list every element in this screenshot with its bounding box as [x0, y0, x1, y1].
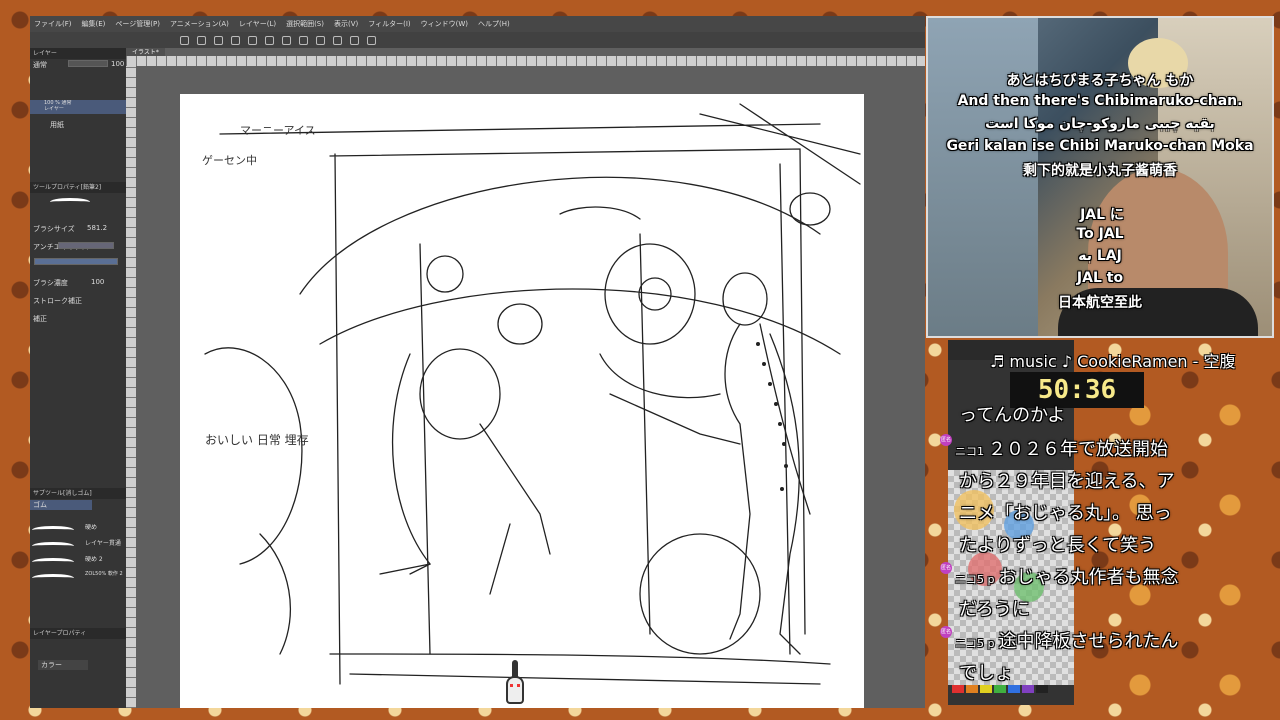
eraser-item-through[interactable]: レイヤー貫通 [82, 538, 126, 547]
comment-text: ってんのかよ [959, 405, 1066, 426]
comment-line: から２９年目を迎える、ア [955, 466, 1255, 500]
brush-preview [50, 198, 90, 206]
menu-window[interactable]: ウィンドウ(W) [421, 19, 468, 29]
comment-text: 途中降板させられたん [998, 631, 1179, 652]
user-badge: 匿名 [940, 434, 952, 446]
open-file-icon[interactable] [197, 35, 206, 45]
menu-file[interactable]: ファイル(F) [34, 19, 72, 29]
save-icon[interactable] [214, 35, 223, 45]
eraser-stroke-1[interactable] [32, 526, 74, 534]
subtitle2-ja: JAL に [1080, 207, 1124, 223]
opacity-slider[interactable] [68, 60, 108, 67]
menu-bar: ファイル(F) 編集(E) ページ管理(P) アニメーション(A) レイヤー(L… [30, 16, 925, 32]
density-bar[interactable] [34, 258, 118, 265]
layer-item-1[interactable]: 100 % 通常 レイヤー [30, 100, 126, 114]
deselect-icon[interactable] [316, 35, 325, 45]
comment-text: たよりずっと長くて笑う [959, 535, 1157, 556]
comment-line: でしょ [955, 658, 1255, 692]
menu-view[interactable]: 表示(V) [334, 19, 358, 29]
left-panel: レイヤー 通常 100 100 % 通常 レイヤー 用紙 ツールプロパティ[鉛筆… [30, 48, 126, 708]
subtitle-zh: 剩下的就是小丸子酱萌香 [1023, 163, 1177, 179]
note-game-center: ゲーセン中 [202, 154, 257, 167]
redo-icon[interactable] [248, 35, 257, 45]
menu-selection[interactable]: 選択範囲(S) [286, 19, 324, 29]
color-dropdown[interactable]: カラー [38, 660, 88, 670]
sketch-drawing: マーニーアイス ゲーセン中 おいしい 日常 埋存 [202, 103, 861, 685]
comment-line: だろうに [955, 594, 1255, 628]
brush-size-value: 581.2 [87, 224, 108, 232]
eraser-stroke-3[interactable] [32, 558, 74, 566]
comment-text: ニメ「おじゃる丸」。 思っ [959, 503, 1172, 524]
subtitle2-zh: 日本航空至此 [1058, 295, 1142, 311]
settings-icon[interactable] [367, 35, 376, 45]
opacity-value: 100 [111, 60, 125, 68]
undo-icon[interactable] [231, 35, 240, 45]
tool-property-title: ツールプロパティ[鉛筆2] [30, 182, 126, 193]
comment-line: たよりずっと長くて笑う [955, 530, 1255, 564]
layer-property-title: レイヤープロパティ [30, 628, 126, 639]
command-bar [30, 32, 925, 48]
eraser-group-tab[interactable]: ゴム [30, 500, 92, 510]
subtitle-fa: بقیه چیبی ماروکو-چان موکا است [985, 116, 1215, 132]
menu-help[interactable]: ヘルプ(H) [478, 19, 510, 29]
fill-icon[interactable] [265, 35, 274, 45]
crop-icon[interactable] [333, 35, 342, 45]
antialias-selector[interactable] [58, 242, 114, 249]
new-file-icon[interactable] [180, 35, 189, 45]
eraser-item-soft[interactable]: ZOL50% 軟作 2 [82, 570, 126, 577]
comment-line: ってんのかよ [955, 400, 1255, 434]
subtitle-tr: Geri kalan ise Chibi Maruko-chan Moka [946, 138, 1254, 154]
menu-edit[interactable]: 編集(E) [82, 19, 106, 29]
eraser-stroke-2[interactable] [32, 542, 74, 550]
eraser-stroke-4[interactable] [32, 574, 74, 582]
subtitle2-fa: به LAJ [1078, 248, 1122, 264]
subtitle-en: And then there's Chibimaruko-chan. [957, 93, 1243, 109]
comment-text: だろうに [959, 599, 1030, 620]
comment-line: ニメ「おじゃる丸」。 思っ [955, 498, 1255, 532]
stabilizer-label: ストローク補正 [33, 297, 82, 305]
comment-line: ニコ5 p おじゃる丸作者も無念 [955, 562, 1255, 596]
webcam-overlay: あとはちびまる子ちゃん もか And then there's Chibimar… [926, 16, 1274, 338]
subtool-title: サブツール[消しゴム] [30, 488, 126, 499]
select-icon[interactable] [299, 35, 308, 45]
invert-icon[interactable] [350, 35, 359, 45]
comment-text: ２０２６年で放送開始 [988, 439, 1168, 460]
comment-text: でしょ [959, 663, 1013, 684]
comment-tag: ニコ5 p [955, 573, 995, 586]
eraser-item-hard[interactable]: 硬め [82, 522, 126, 531]
comment-tag: ニコ1 [955, 445, 984, 458]
note-top: マーニーアイス [240, 124, 316, 137]
note-left: おいしい 日常 埋存 [205, 433, 309, 447]
menu-animation[interactable]: アニメーション(A) [170, 19, 229, 29]
subtitle2-tr: JAL to [1076, 270, 1124, 286]
comment-tag: ニコ5 p [955, 637, 995, 650]
now-playing: ♬ music ♪ CookieRamen - 空腹 [990, 352, 1236, 371]
pixel-mascot [500, 660, 530, 708]
comment-text: おじゃる丸作者も無念 [998, 567, 1179, 588]
transform-icon[interactable] [282, 35, 291, 45]
menu-layer[interactable]: レイヤー(L) [239, 19, 276, 29]
correction-label: 補正 [33, 315, 47, 323]
layer-panel-title: レイヤー [30, 48, 126, 59]
density-value: 100 [91, 278, 105, 286]
drawing-canvas[interactable]: マーニーアイス ゲーセン中 おいしい 日常 埋存 [180, 94, 864, 708]
comment-line: ニコ5 p 途中降板させられたん [955, 626, 1255, 660]
user-badge: 匿名 [940, 626, 952, 638]
subtitle2-en: To JAL [1076, 226, 1124, 242]
menu-page[interactable]: ページ管理(P) [115, 19, 160, 29]
vertical-ruler [126, 66, 136, 708]
menu-filter[interactable]: フィルター(I) [368, 19, 410, 29]
horizontal-ruler [126, 56, 925, 66]
layer-item-paper[interactable]: 用紙 [30, 120, 126, 130]
subtitle-ja: あとはちびまる子ちゃん もか [1006, 73, 1194, 89]
user-badge: 匿名 [940, 562, 952, 574]
comment-line: ニコ1 ２０２６年で放送開始 [955, 434, 1255, 468]
comment-text: から２９年目を迎える、ア [959, 471, 1175, 492]
eraser-item-hard2[interactable]: 硬め 2 [82, 554, 126, 563]
